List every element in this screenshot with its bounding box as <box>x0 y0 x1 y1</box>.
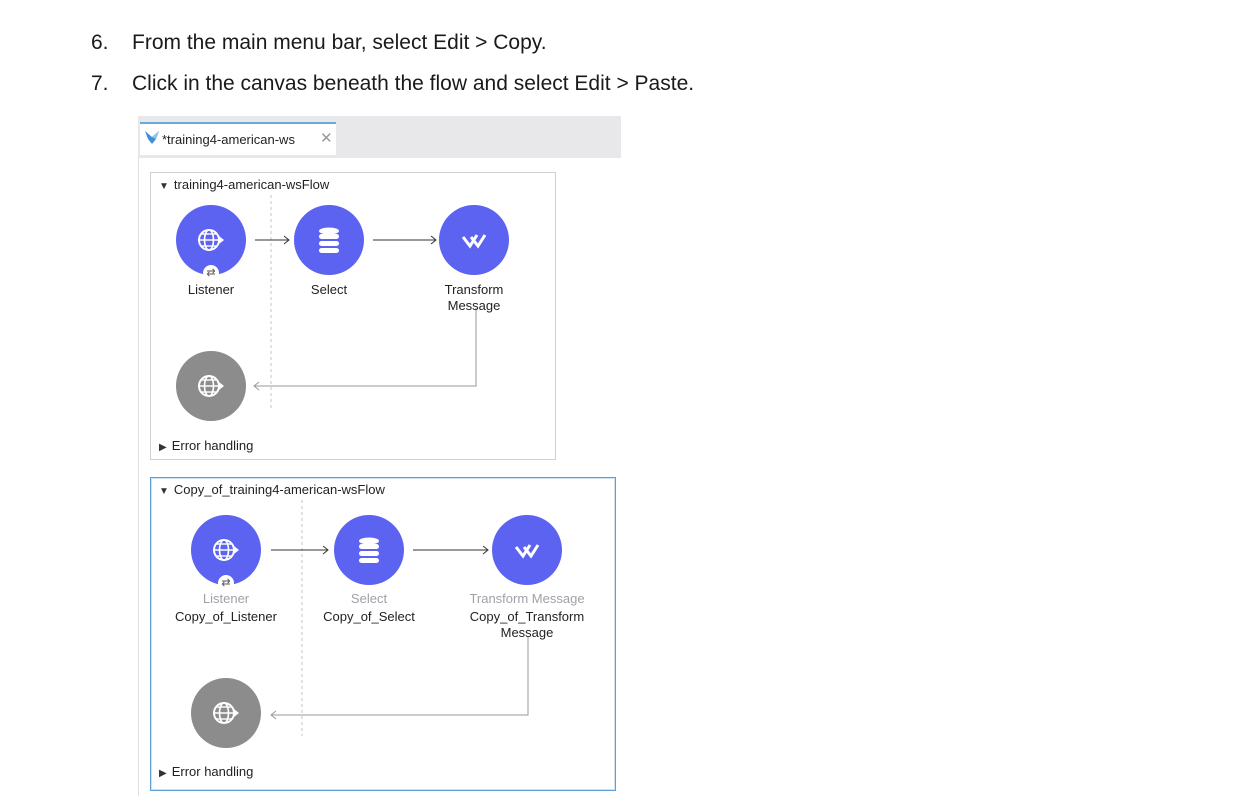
flow-editor: *training4-american-ws ✕ ▼ training4-amer… <box>138 116 621 796</box>
editor-tab-title: *training4-american-ws <box>162 132 295 147</box>
listener-badge: ⇄ <box>218 575 234 591</box>
http-listener-icon <box>213 539 239 561</box>
flow-name: training4-american-wsFlow <box>173 177 330 192</box>
step-number: 7. <box>91 72 109 95</box>
expand-triangle-icon[interactable]: ▶ <box>159 768 167 779</box>
divider <box>138 158 139 796</box>
select-label: Copy_of_Select <box>323 609 415 624</box>
step-number: 6. <box>91 31 109 54</box>
close-icon[interactable]: ✕ <box>320 129 333 147</box>
editor-tab-bar: *training4-american-ws ✕ <box>138 116 621 158</box>
flow-header[interactable]: ▼ training4-american-wsFlow <box>159 177 329 192</box>
transform-type-label: Transform Message <box>469 591 585 606</box>
error-response-node[interactable] <box>191 678 261 748</box>
http-response-icon <box>213 702 239 724</box>
flow-header[interactable]: ▼ Copy_of_training4-american-wsFlow <box>159 482 385 497</box>
transform-label-line-1: Copy_of_Transform <box>469 609 585 624</box>
listener-label: Copy_of_Listener <box>175 609 277 624</box>
http-listener-icon <box>198 229 224 251</box>
select-node[interactable] <box>334 515 404 585</box>
error-handling-toggle[interactable]: ▶ Error handling <box>159 438 253 453</box>
error-handling-label: Error handling <box>171 438 254 453</box>
error-handling-label: Error handling <box>171 764 254 779</box>
database-icon <box>319 227 339 253</box>
select-type-label: Select <box>350 591 388 606</box>
collapse-triangle-icon[interactable]: ▼ <box>159 181 169 192</box>
flow-copy[interactable]: ▼ Copy_of_training4-american-wsFlow ⇄ Lis… <box>150 477 616 791</box>
collapse-triangle-icon[interactable]: ▼ <box>159 486 169 497</box>
step-text: Click in the canvas beneath the flow and… <box>132 72 695 95</box>
flow-original[interactable]: ▼ training4-american-wsFlow ⇄ Listener Se… <box>150 172 556 460</box>
transform-label-line-2: Message <box>500 625 554 640</box>
http-response-icon <box>198 375 224 397</box>
transform-node[interactable] <box>492 515 562 585</box>
select-label: Select <box>310 282 348 297</box>
editor-tab[interactable]: *training4-american-ws ✕ <box>140 122 336 155</box>
listener-badge: ⇄ <box>203 265 219 281</box>
listener-label: Listener <box>187 282 235 297</box>
step-text: From the main menu bar, select Edit > Co… <box>132 31 547 54</box>
expand-triangle-icon[interactable]: ▶ <box>159 442 167 453</box>
transform-label-line-1: Transform <box>444 282 504 297</box>
mulesoft-logo-icon <box>145 131 159 144</box>
transform-label: Copy_of_Transform Message <box>457 609 597 641</box>
error-handling-toggle[interactable]: ▶ Error handling <box>159 764 253 779</box>
dataweave-icon <box>461 234 487 249</box>
error-response-node[interactable] <box>176 351 246 421</box>
dataweave-icon <box>514 544 540 559</box>
transform-node[interactable] <box>439 205 509 275</box>
transform-label-line-2: Message <box>447 298 501 313</box>
transform-label: Transform Message <box>419 282 529 314</box>
select-node[interactable] <box>294 205 364 275</box>
database-icon <box>359 537 379 563</box>
flow-name: Copy_of_training4-american-wsFlow <box>173 482 385 497</box>
listener-type-label: Listener <box>202 591 250 606</box>
